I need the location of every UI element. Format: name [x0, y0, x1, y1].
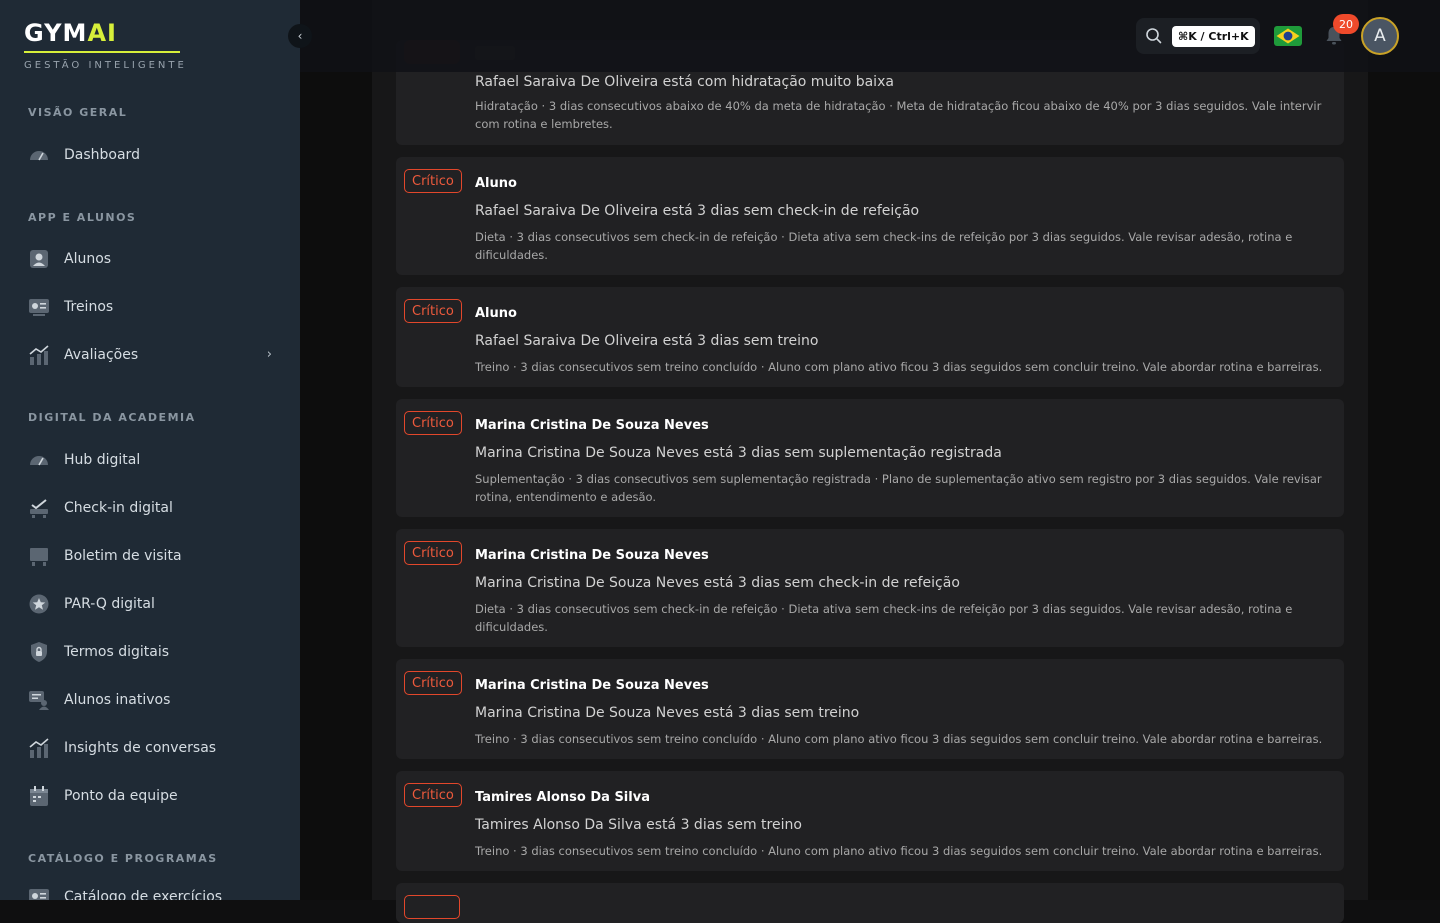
alert-title: Aluno: [475, 176, 517, 191]
sidebar-item-label: Insights de conversas: [64, 740, 217, 756]
alert-message: Marina Cristina De Souza Neves está 3 di…: [475, 445, 1002, 461]
lock-shield-icon: [28, 641, 50, 663]
user-avatar[interactable]: A: [1361, 17, 1399, 55]
brazil-flag-icon[interactable]: [1274, 26, 1302, 46]
chevron-right-icon: ›: [266, 347, 272, 362]
severity-badge: [404, 895, 460, 919]
sidebar-item-label: Treinos: [64, 299, 114, 315]
person-icon: [28, 248, 50, 270]
alert-detail: Dieta · 3 dias consecutivos sem check-in…: [475, 602, 1293, 634]
alert-message: Tamires Alonso Da Silva está 3 dias sem …: [475, 817, 802, 833]
alert-card[interactable]: Crítico Marina Cristina De Souza Neves M…: [396, 659, 1344, 759]
logo-text: GYMAI: [24, 19, 117, 47]
severity-badge: Crítico: [404, 541, 462, 565]
sidebar-item-hub-digital[interactable]: Hub digital: [28, 444, 278, 476]
checkin-icon: [28, 497, 50, 519]
top-bar: [300, 0, 1440, 72]
alert-detail: Dieta · 3 dias consecutivos sem check-in…: [475, 230, 1293, 262]
section-label-catalogo-e-programas: CATÁLOGO E PROGRAMAS: [28, 852, 218, 865]
notification-count-badge: 20: [1333, 14, 1359, 34]
alert-detail: Treino · 3 dias consecutivos sem treino …: [475, 732, 1323, 746]
sidebar-item-label: Catálogo de exercícios: [64, 889, 223, 900]
alert-detail: Treino · 3 dias consecutivos sem treino …: [475, 360, 1323, 374]
alert-title: Marina Cristina De Souza Neves: [475, 678, 709, 693]
alert-message: Marina Cristina De Souza Neves está 3 di…: [475, 575, 960, 591]
sidebar: GYMAI GESTÃO INTELIGENTE VISÃO GERAL Das…: [0, 0, 300, 900]
sidebar-item-alunos-inativos[interactable]: Alunos inativos: [28, 684, 278, 716]
sidebar-item-label: Avaliações: [64, 347, 139, 363]
chevron-left-icon: ‹: [297, 29, 303, 43]
section-label-app-e-alunos: APP E ALUNOS: [28, 211, 137, 224]
alert-card[interactable]: Crítico Tamires Alonso Da Silva Tamires …: [396, 771, 1344, 871]
sidebar-item-label: Dashboard: [64, 147, 140, 163]
search-shortcut: ⌘K / Ctrl+K: [1172, 25, 1255, 47]
sidebar-item-catalogo-de-exercicios[interactable]: Catálogo de exercícios: [28, 881, 278, 900]
sidebar-item-label: PAR-Q digital: [64, 596, 155, 612]
sidebar-item-label: Boletim de visita: [64, 548, 182, 564]
alert-title: Tamires Alonso Da Silva: [475, 790, 650, 805]
chat-person-icon: [28, 689, 50, 711]
severity-badge: Crítico: [404, 299, 462, 323]
sidebar-item-label: Termos digitais: [64, 644, 170, 660]
severity-badge: Crítico: [404, 783, 462, 807]
sidebar-item-termos-digitais[interactable]: Termos digitais: [28, 636, 278, 668]
dashboard-icon: [28, 144, 50, 166]
alert-message: Rafael Saraiva De Oliveira está 3 dias s…: [475, 203, 920, 219]
alert-message: Rafael Saraiva De Oliveira está com hidr…: [475, 74, 894, 90]
sidebar-item-label: Alunos: [64, 251, 112, 267]
alert-card[interactable]: Crítico Aluno Rafael Saraiva De Oliveira…: [396, 287, 1344, 387]
sidebar-item-avaliacoes[interactable]: Avaliações ›: [28, 339, 278, 371]
logo-tagline: GESTÃO INTELIGENTE: [24, 60, 187, 71]
sidebar-collapse-button[interactable]: ‹: [288, 24, 312, 48]
severity-badge: Crítico: [404, 411, 462, 435]
logo[interactable]: GYMAI GESTÃO INTELIGENTE: [24, 18, 187, 71]
sidebar-item-par-q-digital[interactable]: PAR-Q digital: [28, 588, 278, 620]
alert-card[interactable]: Crítico Aluno Rafael Saraiva De Oliveira…: [396, 157, 1344, 275]
star-badge-icon: [28, 593, 50, 615]
alert-card[interactable]: [396, 883, 1344, 923]
sidebar-item-treinos[interactable]: Treinos: [28, 291, 278, 323]
alert-title: Marina Cristina De Souza Neves: [475, 418, 709, 433]
alert-title: Aluno: [475, 306, 517, 321]
sidebar-item-alunos[interactable]: Alunos: [28, 243, 278, 275]
sidebar-item-label: Alunos inativos: [64, 692, 171, 708]
sidebar-item-ponto-da-equipe[interactable]: Ponto da equipe: [28, 780, 278, 812]
section-label-visao-geral: VISÃO GERAL: [28, 106, 128, 119]
sidebar-item-label: Ponto da equipe: [64, 788, 178, 804]
calendar-icon: [28, 785, 50, 807]
sidebar-item-boletim-de-visita[interactable]: Boletim de visita: [28, 540, 278, 572]
chart-icon: [28, 344, 50, 366]
alert-title: Marina Cristina De Souza Neves: [475, 548, 709, 563]
severity-badge: Crítico: [404, 169, 462, 193]
search-icon: [1146, 28, 1162, 44]
alert-card[interactable]: Crítico Marina Cristina De Souza Neves M…: [396, 399, 1344, 517]
severity-badge: Crítico: [404, 671, 462, 695]
workout-icon: [28, 296, 50, 318]
alert-message: Rafael Saraiva De Oliveira está 3 dias s…: [475, 333, 819, 349]
sidebar-item-label: Check-in digital: [64, 500, 173, 516]
hub-icon: [28, 449, 50, 471]
section-label-digital-da-academia: DIGITAL DA ACADEMIA: [28, 411, 196, 424]
alert-card[interactable]: Crítico Marina Cristina De Souza Neves M…: [396, 529, 1344, 647]
sidebar-item-label: Hub digital: [64, 452, 141, 468]
insights-icon: [28, 737, 50, 759]
alert-detail: Suplementação · 3 dias consecutivos sem …: [475, 472, 1322, 504]
search-button[interactable]: ⌘K / Ctrl+K: [1136, 18, 1260, 54]
sidebar-item-dashboard[interactable]: Dashboard: [28, 139, 278, 171]
logo-underline: [24, 51, 180, 53]
alert-detail: Hidratação · 3 dias consecutivos abaixo …: [475, 99, 1322, 131]
alert-detail: Treino · 3 dias consecutivos sem treino …: [475, 844, 1323, 858]
alert-message: Marina Cristina De Souza Neves está 3 di…: [475, 705, 860, 721]
report-icon: [28, 545, 50, 567]
sidebar-item-insights-de-conversas[interactable]: Insights de conversas: [28, 732, 278, 764]
sidebar-item-check-in-digital[interactable]: Check-in digital: [28, 492, 278, 524]
catalog-icon: [28, 886, 50, 900]
